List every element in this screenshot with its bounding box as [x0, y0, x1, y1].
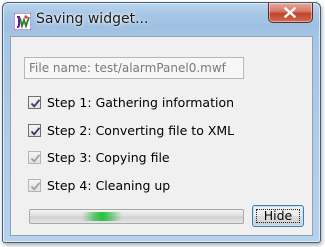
window-title: Saving widget... [36, 11, 149, 27]
title-bar[interactable]: Saving widget... [3, 3, 320, 36]
saving-widget-dialog: Saving widget... File name: test/alarmPa… [2, 2, 321, 243]
checkmark-icon [30, 154, 41, 163]
dialog-content: File name: test/alarmPanel0.mwf Step 1: … [10, 36, 313, 236]
progress-bar [29, 209, 244, 224]
checkbox-box[interactable] [28, 179, 41, 192]
close-icon [284, 7, 296, 18]
checkmark-icon [30, 127, 41, 136]
step-label: Step 1: Gathering information [47, 95, 235, 110]
step-label: Step 2: Converting file to XML [47, 123, 235, 138]
checkmark-icon [30, 182, 41, 191]
checkbox-box[interactable] [28, 124, 41, 137]
checkmark-icon [30, 99, 41, 108]
file-name-field: File name: test/alarmPanel0.mwf [24, 57, 244, 79]
step-label: Step 4: Cleaning up [47, 178, 171, 193]
focus-ring [256, 209, 300, 223]
close-button[interactable] [268, 3, 313, 23]
checkbox-box[interactable] [28, 96, 41, 109]
jw-app-icon [13, 12, 32, 31]
hide-button[interactable]: Hide [252, 205, 304, 227]
step-label: Step 3: Copying file [47, 150, 170, 165]
checkbox-box[interactable] [28, 151, 41, 164]
progress-indicator [82, 212, 122, 221]
